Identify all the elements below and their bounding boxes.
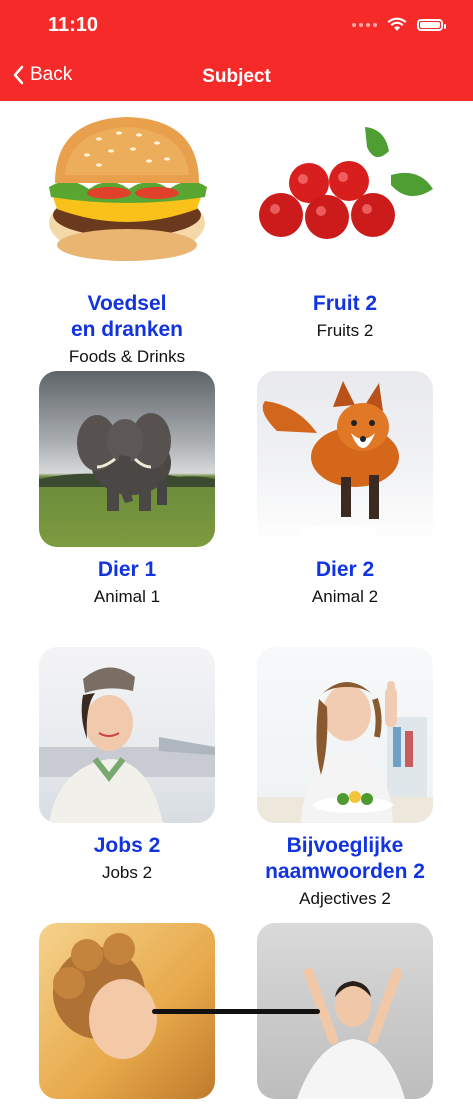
subject-tile-adjectives-2[interactable]: Bijvoeglijke naamwoorden 2 Adjectives 2 xyxy=(256,647,434,911)
girl-thumbs-up-image xyxy=(257,647,433,823)
subject-subtitle: Jobs 2 xyxy=(101,863,153,882)
header-bar: 11:10 Back Subject xyxy=(0,0,473,101)
subject-subtitle: Animal 1 xyxy=(93,587,161,606)
subject-tile-foods[interactable]: Voedsel en dranken Foods & Drinks xyxy=(38,105,216,369)
subject-subtitle: Animal 2 xyxy=(311,587,379,606)
subject-subtitle: Adjectives 2 xyxy=(299,889,391,908)
subject-title: Dier 2 xyxy=(315,558,375,581)
cellular-signal-icon xyxy=(352,22,377,27)
subject-title: Fruit 2 xyxy=(312,292,378,315)
status-time: 11:10 xyxy=(48,14,99,36)
subject-tile-fruit-2[interactable]: Fruit 2 Fruits 2 xyxy=(256,105,434,343)
subject-title: Bijvoeglijke naamwoorden 2 xyxy=(265,834,425,883)
burger-image xyxy=(39,105,215,281)
flight-attendant-image xyxy=(39,647,215,823)
acerola-cherries-image xyxy=(257,105,433,281)
battery-icon xyxy=(417,18,446,31)
subject-title: Dier 1 xyxy=(97,558,157,581)
subject-subtitle: Fruits 2 xyxy=(316,321,374,340)
subject-tile-jobs-2[interactable]: Jobs 2 Jobs 2 xyxy=(38,647,216,885)
subject-tile-animal-1[interactable]: Dier 1 Animal 1 xyxy=(38,371,216,609)
subject-subtitle: Foods & Drinks xyxy=(68,347,186,366)
subject-tile-partial-right[interactable] xyxy=(256,923,434,1109)
subject-tile-partial-left[interactable] xyxy=(38,923,216,1109)
subject-title: Voedsel en dranken xyxy=(70,292,184,341)
subject-title: Jobs 2 xyxy=(93,834,161,857)
status-icons xyxy=(352,17,446,32)
wifi-icon xyxy=(387,17,407,31)
home-indicator[interactable] xyxy=(152,1009,320,1014)
page-title: Subject xyxy=(202,66,271,87)
elephant-image xyxy=(39,371,215,547)
subject-tile-animal-2[interactable]: Dier 2 Animal 2 xyxy=(256,371,434,609)
fox-image xyxy=(257,371,433,547)
